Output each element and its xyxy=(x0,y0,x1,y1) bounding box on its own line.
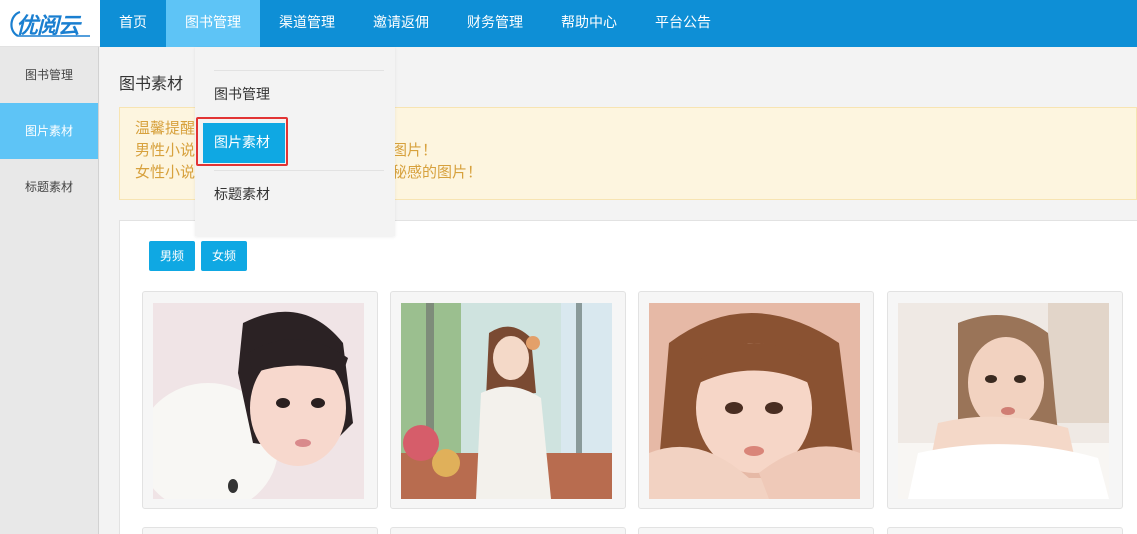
image-card[interactable] xyxy=(142,291,378,509)
notice-tail-3: 秘感的图片！ xyxy=(392,163,483,181)
logo-area[interactable]: 优阅云 xyxy=(0,0,100,47)
dropdown-divider xyxy=(214,170,384,171)
image-card[interactable] xyxy=(638,527,874,534)
nav-item-help-center[interactable]: 帮助中心 xyxy=(542,0,636,47)
nav-item-channel-management[interactable]: 渠道管理 xyxy=(260,0,354,47)
nav-item-invite-rebate[interactable]: 邀请返佣 xyxy=(354,0,448,47)
page-title: 图书素材 xyxy=(119,74,184,93)
dropdown-item-image-assets[interactable]: 图片素材 xyxy=(203,123,285,163)
nav-item-finance[interactable]: 财务管理 xyxy=(448,0,542,47)
tab-female-channel[interactable]: 女频 xyxy=(201,241,248,271)
top-navbar: 优阅云 首页 图书管理 渠道管理 邀请返佣 财务管理 帮助中心 平台公告 xyxy=(0,0,1137,47)
dropdown-item-book-management[interactable]: 图书管理 xyxy=(214,84,270,104)
image-portrait-2 xyxy=(401,303,612,499)
brand-logo[interactable]: 优阅云 xyxy=(6,9,90,39)
image-card[interactable] xyxy=(142,527,378,534)
nav-item-announcements[interactable]: 平台公告 xyxy=(636,0,730,47)
image-portrait-3 xyxy=(649,303,860,499)
sidebar-item-book-management[interactable]: 图书管理 xyxy=(0,47,98,103)
dropdown-item-title-assets[interactable]: 标题素材 xyxy=(214,184,270,204)
logo-text: 优阅云 xyxy=(16,14,80,39)
tab-male-channel[interactable]: 男频 xyxy=(149,241,196,271)
image-card[interactable] xyxy=(887,527,1123,534)
notice-tail-2: 图片！ xyxy=(392,141,438,159)
dropdown-divider xyxy=(214,70,384,71)
sidebar-item-image-assets[interactable]: 图片素材 xyxy=(0,103,98,159)
image-card[interactable] xyxy=(887,291,1123,509)
sidebar-item-title-assets[interactable]: 标题素材 xyxy=(0,159,98,215)
image-card[interactable] xyxy=(638,291,874,509)
image-card[interactable] xyxy=(390,291,626,509)
nav-item-book-management[interactable]: 图书管理 xyxy=(166,0,260,47)
image-portrait-1 xyxy=(153,303,364,499)
image-portrait-4 xyxy=(898,303,1109,499)
sidebar: 图书管理 图片素材 标题素材 xyxy=(0,47,99,534)
image-card[interactable] xyxy=(390,527,626,534)
main-nav: 首页 图书管理 渠道管理 邀请返佣 财务管理 帮助中心 平台公告 xyxy=(100,0,730,47)
nav-item-home[interactable]: 首页 xyxy=(100,0,166,47)
